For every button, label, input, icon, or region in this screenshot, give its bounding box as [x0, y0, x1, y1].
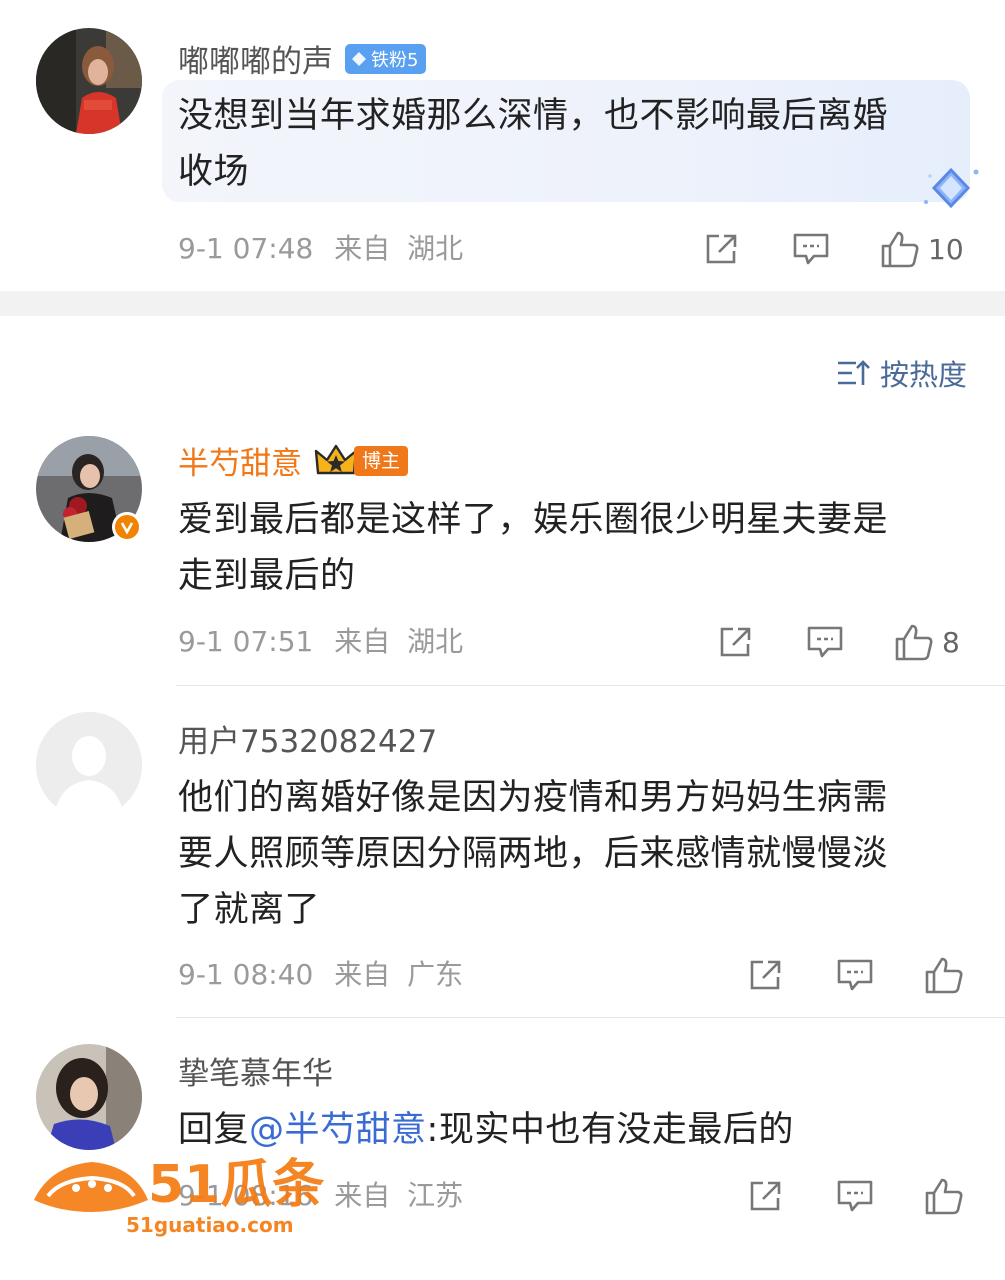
- diamond-icon: [352, 51, 366, 66]
- comment-text-line: 没想到当年求婚那么深情，也不影响最后离婚: [178, 96, 889, 136]
- comment-meta: 9-1 07:48 来自 湖北: [178, 229, 463, 269]
- username[interactable]: 半芍甜意: [178, 438, 302, 483]
- comment-text-line: 走到最后的: [178, 556, 356, 596]
- comment-text-line: 要人照顾等原因分隔两地，后来感情就慢慢淡: [178, 834, 889, 874]
- reply-text: :现实中也有没走最后的: [426, 1110, 794, 1150]
- comment-text: 爱到最后都是这样了，娱乐圈很少明星夫妻是 走到最后的: [178, 492, 968, 604]
- watermark-url: 51guatiao.com: [126, 1213, 294, 1237]
- comment-meta: 9-1 08:40 来自 广东: [178, 955, 463, 995]
- fan-level-badge: 铁粉5: [345, 43, 427, 74]
- comment-time: 9-1 07:48: [178, 232, 314, 265]
- comment-location: 湖北: [407, 625, 464, 658]
- like-count: 8: [942, 625, 960, 659]
- comment-text: 回复@半芍甜意:现实中也有没走最后的: [178, 1102, 968, 1158]
- comment-text: 没想到当年求婚那么深情，也不影响最后离婚 收场: [178, 88, 968, 200]
- username[interactable]: 挚笔慕年华: [178, 1048, 333, 1093]
- comment-icon: [837, 1180, 873, 1212]
- share-button[interactable]: [748, 955, 784, 995]
- reply-button[interactable]: [836, 1176, 874, 1216]
- comment-text-line: 了就离了: [178, 890, 321, 930]
- comment-meta: 9-1 08:16 来自 江苏: [178, 1176, 463, 1216]
- sort-toggle[interactable]: 按热度: [836, 352, 967, 394]
- thumbs-up-icon: [925, 957, 963, 994]
- comment-icon: [807, 626, 843, 658]
- share-button[interactable]: [718, 622, 754, 662]
- avatar[interactable]: [36, 1044, 142, 1150]
- thumbs-up-icon: [895, 624, 933, 661]
- avatar-placeholder[interactable]: [36, 712, 142, 818]
- like-count: 10: [928, 232, 964, 266]
- username-row: 用户7532082427: [178, 716, 437, 761]
- comment-meta-row: 9-1 07:48 来自 湖北 10: [178, 229, 1005, 269]
- share-button[interactable]: [704, 229, 740, 269]
- comment-time: 9-1 08:16: [178, 1179, 314, 1212]
- section-divider: [0, 291, 1005, 316]
- from-label: 来自: [334, 958, 391, 991]
- like-button[interactable]: 10: [880, 229, 964, 269]
- comment-text-line: 收场: [178, 152, 250, 192]
- from-label: 来自: [334, 625, 391, 658]
- share-icon: [750, 960, 781, 990]
- comment-meta-row: 9-1 08:16 来自 江苏: [178, 1176, 1005, 1216]
- verified-badge-icon: [112, 512, 142, 542]
- comment-time: 9-1 07:51: [178, 625, 314, 658]
- comment-time: 9-1 08:40: [178, 958, 314, 991]
- comment-location: 广东: [407, 958, 464, 991]
- thumbs-up-icon: [881, 231, 919, 268]
- comment-text-line: 他们的离婚好像是因为疫情和男方妈妈生病需: [178, 778, 889, 818]
- comment-divider: [176, 685, 1005, 686]
- comment-icon: [793, 233, 829, 265]
- blogger-label: 博主: [354, 445, 409, 476]
- comment-divider: [176, 1017, 1005, 1018]
- username-row: 嘟嘟嘟的声 铁粉5: [178, 36, 427, 81]
- comment-meta-row: 9-1 08:40 来自 广东: [178, 955, 1005, 995]
- reply-button[interactable]: [792, 229, 830, 269]
- share-icon: [720, 627, 751, 657]
- username-row: 挚笔慕年华: [178, 1048, 333, 1093]
- thumbs-up-icon: [925, 1178, 963, 1215]
- blogger-badge: 博主: [314, 443, 409, 479]
- avatar[interactable]: [36, 28, 142, 134]
- crown-icon: [314, 444, 358, 474]
- username-row: 半芍甜意 博主: [178, 438, 409, 483]
- share-button[interactable]: [748, 1176, 784, 1216]
- comment-meta-row: 9-1 07:51 来自 湖北 8: [178, 622, 1005, 662]
- from-label: 来自: [334, 1179, 391, 1212]
- username[interactable]: 嘟嘟嘟的声: [178, 36, 333, 81]
- comment-icon: [837, 959, 873, 991]
- reply-button[interactable]: [806, 622, 844, 662]
- comment-text-line: 爱到最后都是这样了，娱乐圈很少明星夫妻是: [178, 500, 889, 540]
- from-label: 来自: [334, 232, 391, 265]
- sort-icon: [837, 360, 870, 385]
- share-icon: [706, 234, 737, 264]
- comment-meta: 9-1 07:51 来自 湖北: [178, 622, 463, 662]
- comment-text: 他们的离婚好像是因为疫情和男方妈妈生病需 要人照顾等原因分隔两地，后来感情就慢慢…: [178, 770, 968, 938]
- comment-location: 江苏: [407, 1179, 464, 1212]
- comment-text-line: 回复@半芍甜意:现实中也有没走最后的: [178, 1102, 968, 1158]
- mention-link[interactable]: @半芍甜意: [249, 1110, 427, 1150]
- sort-label: 按热度: [879, 358, 967, 392]
- like-button[interactable]: 8: [894, 622, 960, 662]
- reply-button[interactable]: [836, 955, 874, 995]
- like-button[interactable]: [924, 1176, 972, 1216]
- share-icon: [750, 1181, 781, 1211]
- fan-level-label: 铁粉5: [371, 49, 419, 71]
- username[interactable]: 用户7532082427: [178, 716, 437, 761]
- comment-location: 湖北: [407, 232, 464, 265]
- like-button[interactable]: [924, 955, 972, 995]
- reply-prefix: 回复: [178, 1110, 250, 1150]
